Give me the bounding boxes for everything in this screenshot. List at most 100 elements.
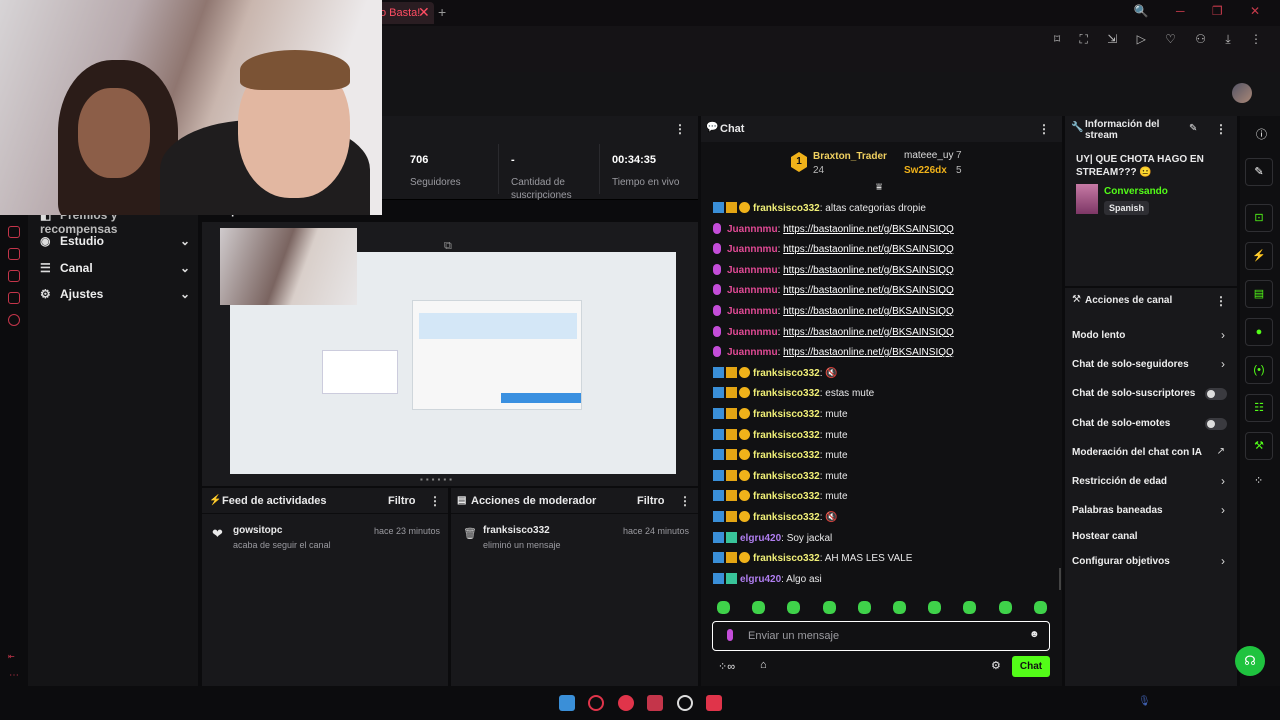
- mic-tray-icon[interactable]: 🎙: [1138, 696, 1151, 707]
- chat-text[interactable]: https://bastaonline.net/g/BKSAINSIQQ: [783, 224, 954, 235]
- chat-username[interactable]: elgru420: [740, 533, 781, 544]
- chat-username[interactable]: franksisco332: [753, 368, 820, 379]
- support-icon[interactable]: ☊: [1235, 646, 1265, 676]
- chat-username[interactable]: Juannnmu: [727, 347, 778, 358]
- chat-username[interactable]: Juannnmu: [727, 285, 778, 296]
- wrench-icon[interactable]: ⚒: [1245, 432, 1273, 460]
- category-link[interactable]: Conversando: [1104, 186, 1168, 197]
- feed-user[interactable]: gowsitopc: [233, 525, 282, 536]
- windows-start-icon[interactable]: [559, 695, 575, 711]
- filter-button[interactable]: Filtro: [637, 495, 665, 507]
- collapse-icon[interactable]: ⇤: [8, 652, 15, 661]
- channel-action-item[interactable]: Chat de solo-emotes: [1072, 418, 1170, 429]
- channel-action-item[interactable]: Chat de solo-seguidores: [1072, 359, 1189, 370]
- new-tab-icon[interactable]: +: [438, 4, 446, 20]
- channel-action-item[interactable]: Modo lento: [1072, 330, 1125, 341]
- chat-username[interactable]: Juannnmu: [727, 306, 778, 317]
- chat-username[interactable]: franksisco332: [753, 471, 820, 482]
- dashboard-icon[interactable]: [8, 226, 20, 238]
- popout-icon[interactable]: ⧉: [444, 240, 452, 253]
- toggle-switch[interactable]: [1205, 418, 1227, 430]
- channel-action-item[interactable]: Chat de solo-suscriptores: [1072, 388, 1195, 399]
- kicks-icon[interactable]: ⁘: [1254, 474, 1263, 487]
- category-thumbnail[interactable]: [1076, 184, 1098, 214]
- chat-username[interactable]: Juannnmu: [727, 244, 778, 255]
- chat-text[interactable]: https://bastaonline.net/g/BKSAINSIQQ: [783, 327, 954, 338]
- emoji-icon[interactable]: ☻: [1029, 629, 1040, 640]
- more-options-icon[interactable]: ⋮: [674, 122, 686, 136]
- avatar[interactable]: [1232, 83, 1252, 103]
- pencil-icon[interactable]: ✎: [1245, 158, 1273, 186]
- more-options-icon[interactable]: ⋮: [679, 494, 691, 508]
- channel-action-item[interactable]: Hostear canal: [1072, 531, 1138, 542]
- emote-icon[interactable]: [822, 601, 836, 614]
- chat-text[interactable]: https://bastaonline.net/g/BKSAINSIQQ: [783, 347, 954, 358]
- chat-username[interactable]: franksisco332: [753, 450, 820, 461]
- chat-bubble-icon[interactable]: ●: [1245, 318, 1273, 346]
- media-icon[interactable]: [618, 695, 634, 711]
- pinned-toggle-icon[interactable]: ⩸: [876, 182, 882, 193]
- leaderboard-name[interactable]: mateee_uy: [904, 150, 953, 161]
- settings-icon[interactable]: [8, 314, 20, 326]
- chat-username[interactable]: franksisco332: [753, 430, 820, 441]
- more-options-icon[interactable]: ⋮: [1215, 122, 1227, 136]
- chat-settings-icon[interactable]: ⚙: [991, 659, 1001, 672]
- bolt-icon[interactable]: ⚡: [1245, 242, 1273, 270]
- app-icon[interactable]: [647, 695, 663, 711]
- emote-icon[interactable]: [963, 601, 977, 614]
- chat-username[interactable]: Juannnmu: [727, 265, 778, 276]
- chat-username[interactable]: elgru420: [740, 574, 781, 585]
- chat-username[interactable]: Juannnmu: [727, 327, 778, 338]
- info-icon[interactable]: ⓘ: [1256, 126, 1267, 142]
- more-options-icon[interactable]: ⋮: [429, 494, 441, 508]
- chat-username[interactable]: franksisco332: [753, 409, 820, 420]
- rewards-icon[interactable]: [8, 292, 20, 304]
- channel-action-item[interactable]: Moderación del chat con IA: [1072, 447, 1202, 458]
- screen-icon[interactable]: ⊡: [1245, 204, 1273, 232]
- chat-username[interactable]: franksisco332: [753, 491, 820, 502]
- emote-icon[interactable]: [998, 601, 1012, 614]
- chat-input[interactable]: Enviar un mensaje: [712, 621, 1050, 651]
- opera-icon[interactable]: [588, 695, 604, 711]
- send-chat-button[interactable]: Chat: [1012, 656, 1050, 677]
- chat-username[interactable]: franksisco332: [753, 553, 820, 564]
- chat-username[interactable]: Juannnmu: [727, 224, 778, 235]
- chat-text[interactable]: https://bastaonline.net/g/BKSAINSIQQ: [783, 265, 954, 276]
- edit-icon[interactable]: ✎: [1189, 123, 1197, 134]
- layout-icon[interactable]: ☷: [1245, 394, 1273, 422]
- kicks-icon[interactable]: ⁘∞: [718, 660, 735, 673]
- alerts-icon[interactable]: [8, 248, 20, 260]
- sidebar-item-studio[interactable]: ◉ Estudio ⌄: [40, 234, 190, 256]
- document-icon[interactable]: ▤: [1245, 280, 1273, 308]
- chat-text[interactable]: https://bastaonline.net/g/BKSAINSIQQ: [783, 285, 954, 296]
- history-icon[interactable]: [8, 270, 20, 282]
- channel-action-item[interactable]: Restricción de edad: [1072, 476, 1167, 487]
- toggle-switch[interactable]: [1205, 388, 1227, 400]
- emote-icon[interactable]: [857, 601, 871, 614]
- chat-username[interactable]: franksisco332: [753, 512, 820, 523]
- store-icon[interactable]: ⌂: [760, 659, 767, 671]
- leaderboard-name[interactable]: Sw226dx: [904, 165, 947, 176]
- emote-icon[interactable]: [928, 601, 942, 614]
- filter-button[interactable]: Filtro: [388, 495, 416, 507]
- emote-icon[interactable]: [717, 601, 730, 614]
- chat-username[interactable]: franksisco332: [753, 388, 820, 399]
- emote-icon[interactable]: [787, 601, 801, 614]
- close-tab-icon[interactable]: ✕: [418, 4, 430, 21]
- more-icon[interactable]: ⋯: [9, 670, 19, 681]
- browser-toolbar-icons[interactable]: ⌑ ⛶ ⇲ ▷ ♡ ⚇ ⤓ ⋮: [1054, 32, 1270, 47]
- emote-icon[interactable]: [893, 601, 906, 614]
- sidebar-item-settings[interactable]: ⚙ Ajustes ⌄: [40, 287, 190, 309]
- sidebar-item-channel[interactable]: ☰ Canal ⌄: [40, 261, 190, 283]
- emote-icon[interactable]: [752, 601, 766, 614]
- emote-icon[interactable]: [1033, 601, 1047, 614]
- chat-text[interactable]: https://bastaonline.net/g/BKSAINSIQQ: [783, 244, 954, 255]
- chat-text[interactable]: https://bastaonline.net/g/BKSAINSIQQ: [783, 306, 954, 317]
- leaderboard-name[interactable]: Braxton_Trader: [813, 151, 887, 162]
- channel-action-item[interactable]: Palabras baneadas: [1072, 505, 1163, 516]
- chat-username[interactable]: franksisco332: [753, 203, 820, 214]
- chrome-icon[interactable]: [677, 695, 693, 711]
- broadcast-icon[interactable]: (•): [1245, 356, 1273, 384]
- channel-action-item[interactable]: Configurar objetivos: [1072, 556, 1170, 567]
- tiktok-icon[interactable]: [706, 695, 722, 711]
